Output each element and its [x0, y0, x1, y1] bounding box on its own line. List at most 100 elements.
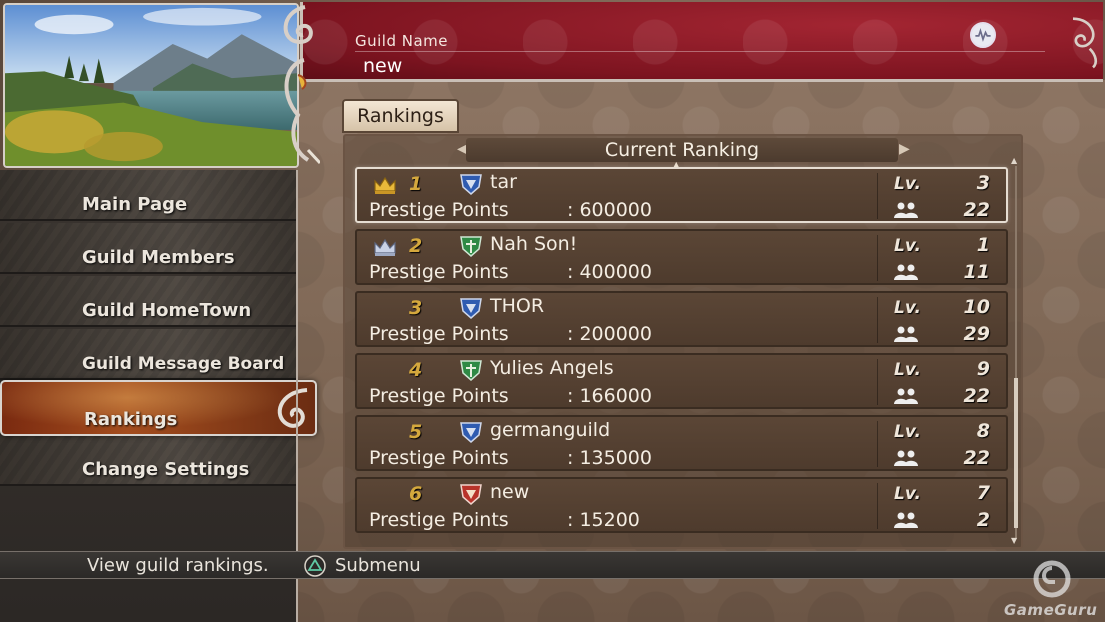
- scroll-thumb[interactable]: [1014, 378, 1018, 528]
- blue-emblem-icon: [460, 298, 482, 319]
- prestige-points-label: Prestige Points: [369, 385, 509, 407]
- green-emblem-icon: [460, 360, 482, 381]
- level-label: Lv.: [894, 174, 921, 194]
- members-icon: [894, 450, 918, 466]
- menu-item-change-settings[interactable]: Change Settings: [0, 435, 296, 486]
- menu-item-label: Guild HomeTown: [82, 300, 252, 321]
- rank-number: 6: [409, 483, 423, 505]
- ornament-swirl-icon: [1072, 17, 1098, 69]
- row-divider: [877, 235, 878, 281]
- red-emblem-icon: [460, 484, 482, 505]
- menu-item-label: Guild Message Board: [82, 354, 285, 374]
- member-count: 22: [963, 447, 990, 469]
- prestige-points-value: : 600000: [567, 199, 652, 221]
- member-count: 29: [963, 323, 990, 345]
- help-bar: View guild rankings. Submenu: [0, 551, 1105, 579]
- prestige-points-value: : 200000: [567, 323, 652, 345]
- menu-item-main-page[interactable]: Main Page: [0, 170, 296, 221]
- gold-crown-icon: [374, 176, 396, 194]
- guild-name: tar: [490, 171, 517, 193]
- next-ranking-arrow-icon[interactable]: ▶: [899, 141, 910, 157]
- member-count: 2: [976, 509, 990, 531]
- ranking-row[interactable]: 1 tar Prestige Points : 600000 Lv. 3 22: [355, 167, 1008, 223]
- guild-name: Nah Son!: [490, 233, 578, 255]
- menu-item-guild-message-board[interactable]: Guild Message Board: [0, 329, 296, 380]
- row-divider: [877, 297, 878, 343]
- menu-item-guild-members[interactable]: Guild Members: [0, 223, 296, 274]
- rank-number: 2: [409, 235, 423, 257]
- header-divider: [355, 51, 1045, 52]
- members-icon: [894, 388, 918, 404]
- guild-name: new: [490, 481, 530, 503]
- submenu-label[interactable]: Submenu: [335, 555, 421, 576]
- level-value: 9: [976, 358, 990, 380]
- menu-item-label: Guild Members: [82, 247, 235, 268]
- rank-number: 4: [409, 359, 423, 381]
- prestige-points-value: : 166000: [567, 385, 652, 407]
- level-label: Lv.: [894, 422, 921, 442]
- blue-emblem-icon: [460, 422, 482, 443]
- level-value: 1: [976, 234, 990, 256]
- rank-number: 5: [409, 421, 423, 443]
- guild-name: germanguild: [490, 419, 611, 441]
- help-description: View guild rankings.: [87, 555, 269, 576]
- level-label: Lv.: [894, 360, 921, 380]
- green-emblem-icon: [460, 236, 482, 257]
- watermark-text: GameGuru: [1004, 601, 1098, 619]
- row-divider: [877, 359, 878, 405]
- ranking-row[interactable]: 4 Yulies Angels Prestige Points : 166000…: [355, 353, 1008, 409]
- members-icon: [894, 264, 918, 280]
- guild-name: THOR: [490, 295, 545, 317]
- menu-item-label: Rankings: [84, 409, 178, 430]
- level-value: 8: [976, 420, 990, 442]
- network-status-icon[interactable]: [970, 22, 996, 48]
- prestige-points-value: : 135000: [567, 447, 652, 469]
- row-divider: [877, 483, 878, 529]
- ranking-row[interactable]: 3 THOR Prestige Points : 200000 Lv. 10 2…: [355, 291, 1008, 347]
- menu-item-rankings[interactable]: Rankings: [0, 380, 317, 436]
- tab-rankings[interactable]: Rankings: [342, 99, 459, 133]
- guild-name: Yulies Angels: [490, 357, 614, 379]
- gameguru-watermark: GameGuru: [1004, 560, 1100, 620]
- menu-item-label: Main Page: [82, 194, 188, 215]
- row-divider: [877, 173, 878, 219]
- silver-crown-icon: [374, 238, 396, 256]
- member-count: 11: [963, 261, 990, 283]
- prestige-points-label: Prestige Points: [369, 199, 509, 221]
- blue-emblem-icon: [460, 174, 482, 195]
- level-value: 7: [976, 482, 990, 504]
- ranking-row[interactable]: 5 germanguild Prestige Points : 135000 L…: [355, 415, 1008, 471]
- level-label: Lv.: [894, 484, 921, 504]
- prestige-points-label: Prestige Points: [369, 447, 509, 469]
- prestige-points-label: Prestige Points: [369, 261, 509, 283]
- prestige-points-label: Prestige Points: [369, 509, 509, 531]
- level-label: Lv.: [894, 236, 921, 256]
- rankings-scrollbar[interactable]: ▲ ▼: [1011, 156, 1019, 548]
- ranking-row[interactable]: 2 Nah Son! Prestige Points : 400000 Lv. …: [355, 229, 1008, 285]
- rank-number: 1: [409, 173, 423, 195]
- level-value: 3: [976, 172, 990, 194]
- prestige-points-label: Prestige Points: [369, 323, 509, 345]
- members-icon: [894, 202, 918, 218]
- scroll-up-icon[interactable]: ▲: [1011, 156, 1017, 165]
- menu-item-label: Change Settings: [82, 459, 250, 480]
- member-count: 22: [963, 199, 990, 221]
- menu-item-guild-hometown[interactable]: Guild HomeTown: [0, 276, 296, 327]
- rank-number: 3: [409, 297, 423, 319]
- triangle-button-icon[interactable]: [304, 555, 326, 577]
- level-label: Lv.: [894, 298, 921, 318]
- ranking-row[interactable]: 6 new Prestige Points : 15200 Lv. 7 2: [355, 477, 1008, 533]
- level-value: 10: [963, 296, 990, 318]
- gameguru-logo-icon: [1033, 560, 1071, 598]
- scroll-down-icon[interactable]: ▼: [1011, 536, 1017, 545]
- prestige-points-value: : 400000: [567, 261, 652, 283]
- prestige-points-value: : 15200: [567, 509, 640, 531]
- member-count: 22: [963, 385, 990, 407]
- row-divider: [877, 421, 878, 467]
- members-icon: [894, 326, 918, 342]
- guild-name-label: Guild Name: [355, 32, 449, 50]
- members-icon: [894, 512, 918, 528]
- selected-swirl-icon: [277, 388, 308, 428]
- ranking-type-selector[interactable]: Current Ranking: [466, 138, 898, 162]
- quill-ornament-icon: [284, 58, 320, 165]
